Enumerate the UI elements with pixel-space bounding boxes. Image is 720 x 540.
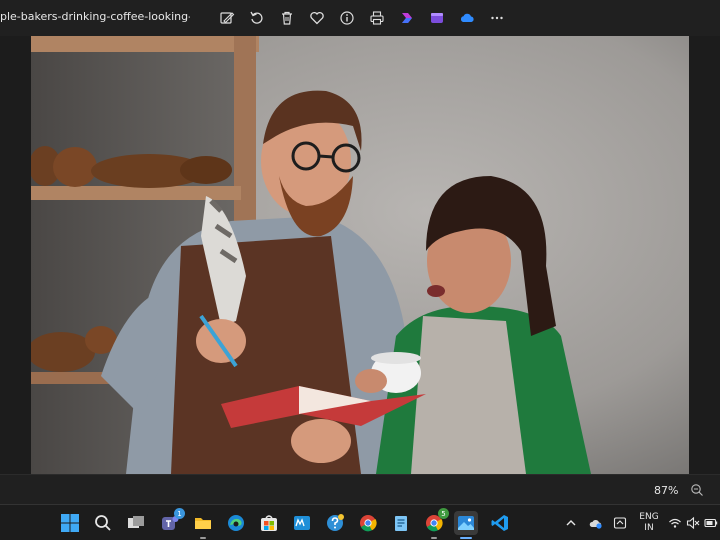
photos-icon — [458, 516, 474, 530]
search-icon — [95, 515, 111, 531]
edge-icon — [228, 515, 244, 531]
clipchamp-icon — [431, 13, 443, 23]
cloud-sync-icon — [589, 520, 602, 529]
get-help-button[interactable] — [323, 511, 347, 535]
sync-icon — [613, 517, 627, 529]
sync-tray-button[interactable] — [612, 511, 628, 535]
photo — [31, 36, 689, 474]
vscode-icon — [491, 515, 508, 531]
favorite-icon — [310, 11, 324, 25]
onedrive-icon — [460, 13, 474, 22]
windows-logo-icon — [61, 514, 79, 532]
mail-app-button[interactable] — [290, 511, 314, 535]
chrome-icon — [360, 515, 377, 532]
delete-button[interactable] — [272, 6, 302, 30]
task-view-button[interactable] — [124, 511, 148, 535]
taskbar: 1 5 ENG IN — [0, 504, 720, 540]
onedrive-button[interactable] — [452, 6, 482, 30]
active-indicator — [460, 537, 472, 539]
store-icon — [261, 515, 277, 531]
folder-icon — [195, 518, 211, 529]
region-code: IN — [644, 523, 654, 533]
clipchamp-button[interactable] — [422, 6, 452, 30]
photos-button[interactable] — [454, 511, 478, 539]
more-button[interactable] — [482, 6, 512, 30]
help-icon — [327, 514, 344, 531]
language-code: ENG — [639, 512, 659, 522]
file-explorer-button[interactable] — [191, 511, 215, 539]
edit-image-icon — [220, 12, 235, 24]
info-button[interactable] — [332, 6, 362, 30]
chrome-button[interactable] — [356, 511, 380, 535]
photo-toolbar — [212, 6, 512, 30]
delete-icon — [282, 11, 292, 25]
teams-button[interactable]: 1 — [158, 508, 185, 535]
wifi-icon — [669, 518, 681, 528]
wifi-button[interactable] — [668, 511, 682, 535]
notepad-icon — [395, 516, 407, 531]
microsoft-store-button[interactable] — [257, 511, 281, 535]
file-name: ple-bakers-drinking-coffee-looking-noteb… — [0, 10, 190, 23]
teams-badge: 1 — [174, 508, 185, 519]
status-bar: 87% — [0, 474, 720, 504]
show-hidden-icons-button[interactable] — [564, 511, 578, 535]
battery-button[interactable] — [703, 511, 719, 535]
volume-muted-icon — [686, 516, 700, 530]
volume-button[interactable] — [686, 511, 700, 535]
mail-app-icon — [294, 516, 310, 530]
favorite-button[interactable] — [302, 6, 332, 30]
bakers-photo-illustration — [31, 36, 689, 474]
onedrive-tray-button[interactable] — [588, 511, 604, 535]
chrome-badge: 5 — [438, 508, 449, 519]
print-icon — [370, 11, 384, 25]
edge-button[interactable] — [224, 511, 248, 535]
copilot-button[interactable] — [392, 6, 422, 30]
copilot-icon — [402, 13, 412, 23]
input-language-indicator[interactable]: ENG IN — [637, 512, 661, 534]
vscode-button[interactable] — [488, 511, 512, 535]
running-indicator — [200, 537, 206, 539]
search-button[interactable] — [91, 511, 115, 535]
chrome-profile-button[interactable]: 5 — [422, 508, 449, 539]
chevron-up-icon — [566, 520, 576, 526]
edit-image-button[interactable] — [212, 6, 242, 30]
notepad-button[interactable] — [389, 511, 413, 535]
title-bar: ple-bakers-drinking-coffee-looking-noteb… — [0, 0, 720, 36]
battery-icon — [704, 518, 718, 528]
info-icon — [340, 11, 354, 25]
running-indicator — [431, 537, 437, 539]
print-button[interactable] — [362, 6, 392, 30]
image-canvas[interactable] — [0, 36, 720, 474]
task-view-icon — [128, 516, 144, 528]
rotate-button[interactable] — [242, 6, 272, 30]
zoom-level[interactable]: 87% — [654, 484, 678, 497]
zoom-out-icon[interactable] — [690, 483, 704, 497]
start-button[interactable] — [58, 511, 82, 535]
more-icon — [491, 16, 503, 20]
rotate-icon — [250, 11, 263, 24]
